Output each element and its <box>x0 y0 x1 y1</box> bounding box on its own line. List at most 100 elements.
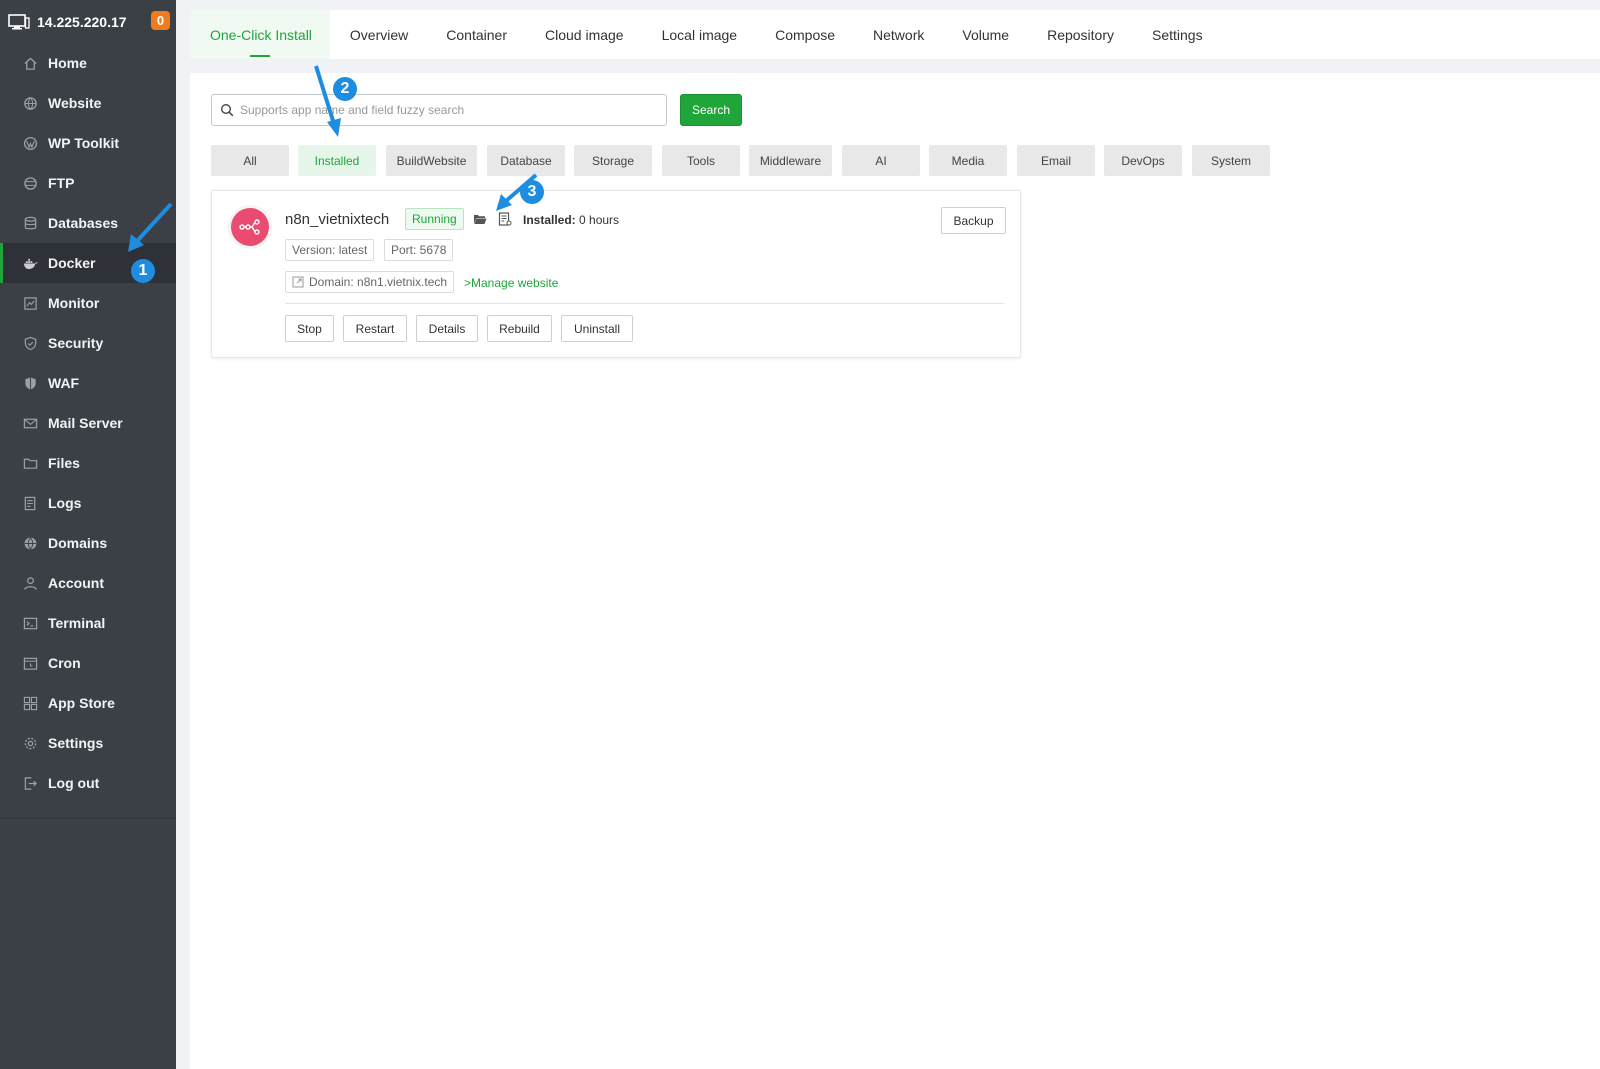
sidebar-item-wp-toolkit[interactable]: WP Toolkit <box>0 123 176 163</box>
tab-container[interactable]: Container <box>426 10 525 59</box>
installed-time: Installed: 0 hours <box>523 213 619 227</box>
backup-button[interactable]: Backup <box>941 207 1006 234</box>
sidebar-item-label: Settings <box>48 735 104 751</box>
installed-value: 0 hours <box>579 213 620 227</box>
open-folder-icon[interactable] <box>473 212 487 226</box>
category-all[interactable]: All <box>211 145 289 176</box>
sidebar-item-monitor[interactable]: Monitor <box>0 283 176 323</box>
tab-overview[interactable]: Overview <box>330 10 426 59</box>
sidebar-item-label: Docker <box>48 255 96 271</box>
category-system[interactable]: System <box>1192 145 1270 176</box>
n8n-logo-icon <box>231 208 269 246</box>
sidebar-item-ftp[interactable]: FTP <box>0 163 176 203</box>
sidebar-item-app-store[interactable]: App Store <box>0 683 176 723</box>
manage-website-link[interactable]: >Manage website <box>464 276 558 290</box>
log-icon <box>22 495 38 511</box>
category-buildwebsite[interactable]: BuildWebsite <box>386 145 477 176</box>
installed-label: Installed: <box>523 213 576 227</box>
sidebar-item-label: Security <box>48 335 104 351</box>
sidebar-item-files[interactable]: Files <box>0 443 176 483</box>
annotation-marker-3: 3 <box>520 180 544 204</box>
uninstall-button[interactable]: Uninstall <box>561 315 633 342</box>
log-document-icon[interactable] <box>498 212 512 226</box>
monitor-icon <box>22 295 38 311</box>
sidebar-item-label: Website <box>48 95 102 111</box>
sidebar-item-log-out[interactable]: Log out <box>0 763 176 803</box>
category-devops[interactable]: DevOps <box>1104 145 1182 176</box>
category-database[interactable]: Database <box>487 145 565 176</box>
sidebar-item-security[interactable]: Security <box>0 323 176 363</box>
terminal-icon <box>22 615 38 631</box>
domain-icon <box>22 535 38 551</box>
category-storage[interactable]: Storage <box>574 145 652 176</box>
tab-cloud-image[interactable]: Cloud image <box>525 10 642 59</box>
tab-one-click-install[interactable]: One-Click Install <box>190 10 330 59</box>
category-email[interactable]: Email <box>1017 145 1095 176</box>
mail-icon <box>22 415 38 431</box>
sidebar-item-label: Monitor <box>48 295 100 311</box>
external-link-icon <box>292 276 304 288</box>
tab-volume[interactable]: Volume <box>942 10 1027 59</box>
home-icon <box>22 55 38 71</box>
sidebar-item-label: Account <box>48 575 104 591</box>
rebuild-button[interactable]: Rebuild <box>487 315 552 342</box>
server-header[interactable]: 14.225.220.17 <box>0 0 176 43</box>
sidebar-item-label: WP Toolkit <box>48 135 120 151</box>
sidebar-item-label: FTP <box>48 175 75 191</box>
search-input[interactable] <box>240 103 660 117</box>
sidebar-item-mail-server[interactable]: Mail Server <box>0 403 176 443</box>
domain-text: Domain: n8n1.vietnix.tech <box>309 275 448 289</box>
sidebar-item-domains[interactable]: Domains <box>0 523 176 563</box>
tab-local-image[interactable]: Local image <box>642 10 756 59</box>
main-area: One-Click Install Overview Container Clo… <box>176 0 1600 1069</box>
stop-button[interactable]: Stop <box>285 315 334 342</box>
category-tools[interactable]: Tools <box>662 145 740 176</box>
category-middleware[interactable]: Middleware <box>749 145 832 176</box>
sidebar-item-account[interactable]: Account <box>0 563 176 603</box>
sidebar-item-label: Terminal <box>48 615 106 631</box>
sidebar-item-website[interactable]: Website <box>0 83 176 123</box>
ftp-icon <box>22 175 38 191</box>
logout-icon <box>22 775 38 791</box>
tab-network[interactable]: Network <box>853 10 942 59</box>
docker-icon <box>22 255 38 271</box>
category-installed[interactable]: Installed <box>298 145 376 176</box>
annotation-marker-1: 1 <box>131 259 155 283</box>
cron-icon <box>22 655 38 671</box>
sidebar-item-label: Home <box>48 55 87 71</box>
search-box <box>211 94 667 126</box>
sidebar-item-logs[interactable]: Logs <box>0 483 176 523</box>
sidebar-item-cron[interactable]: Cron <box>0 643 176 683</box>
sidebar-item-label: App Store <box>48 695 115 711</box>
sidebar-item-label: Domains <box>48 535 108 551</box>
sidebar-item-label: Log out <box>48 775 100 791</box>
sidebar-item-settings[interactable]: Settings <box>0 723 176 763</box>
app-store-icon <box>22 695 38 711</box>
category-media[interactable]: Media <box>929 145 1007 176</box>
restart-button[interactable]: Restart <box>343 315 407 342</box>
notification-badge[interactable]: 0 <box>151 11 170 30</box>
sidebar-empty-area <box>0 818 176 1069</box>
tab-settings[interactable]: Settings <box>1132 10 1221 59</box>
status-badge: Running <box>405 208 464 230</box>
port-tag: Port: 5678 <box>384 239 454 261</box>
sidebar-item-label: Databases <box>48 215 119 231</box>
annotation-marker-2: 2 <box>333 77 357 101</box>
sidebar-item-label: Logs <box>48 495 82 511</box>
tab-compose[interactable]: Compose <box>755 10 853 59</box>
shield-icon <box>22 335 38 351</box>
one-click-install-panel: Search All Installed BuildWebsite Databa… <box>190 73 1600 1069</box>
server-ip: 14.225.220.17 <box>37 13 127 30</box>
sidebar-menu: Home Website WP Toolkit FTP Databases Do… <box>0 43 176 803</box>
sidebar-item-home[interactable]: Home <box>0 43 176 83</box>
tab-repository[interactable]: Repository <box>1027 10 1132 59</box>
search-button[interactable]: Search <box>680 94 742 126</box>
details-button[interactable]: Details <box>416 315 478 342</box>
domain-tag[interactable]: Domain: n8n1.vietnix.tech <box>285 271 455 293</box>
sidebar-item-terminal[interactable]: Terminal <box>0 603 176 643</box>
sidebar-item-databases[interactable]: Databases <box>0 203 176 243</box>
sidebar-item-waf[interactable]: WAF <box>0 363 176 403</box>
category-ai[interactable]: AI <box>842 145 920 176</box>
gear-icon <box>22 735 38 751</box>
database-icon <box>22 215 38 231</box>
